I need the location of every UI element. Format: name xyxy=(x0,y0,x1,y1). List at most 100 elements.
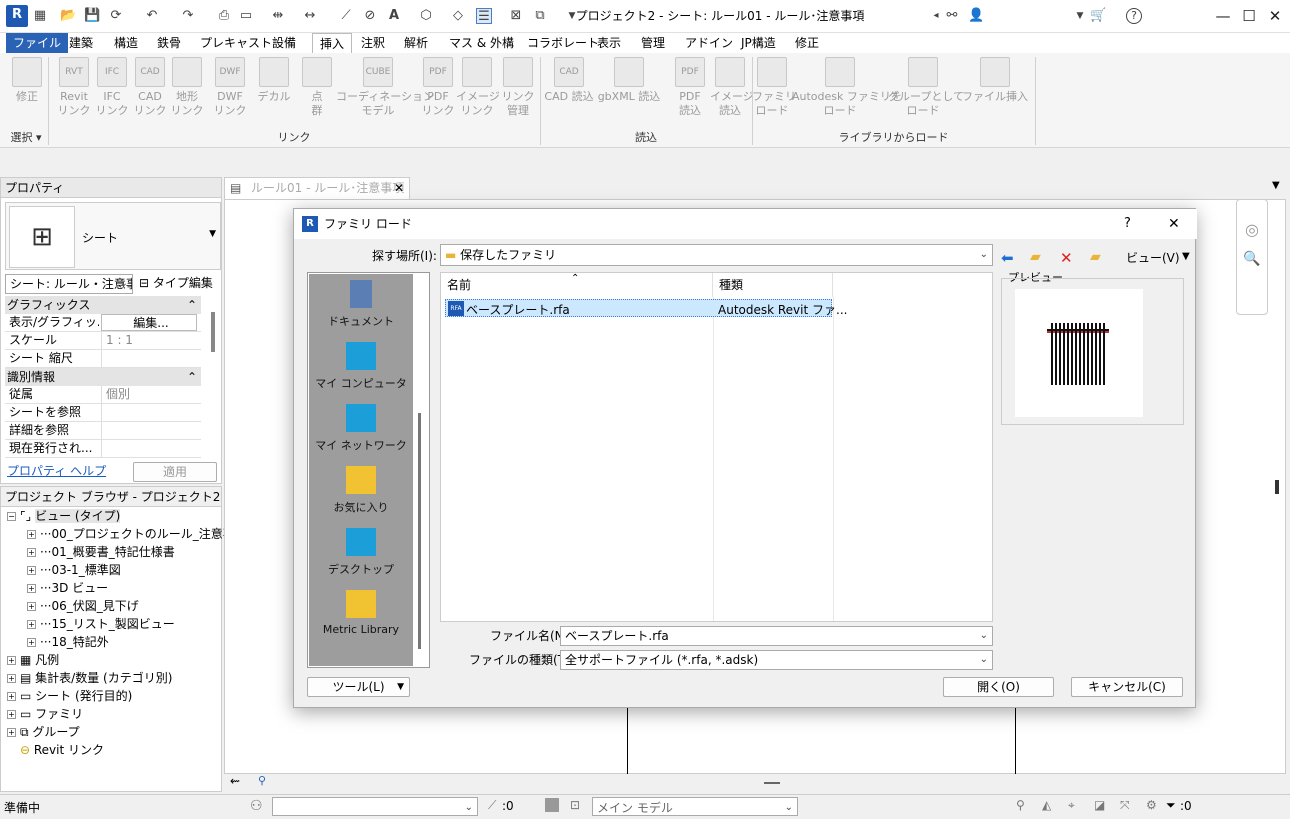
cancel-button[interactable]: キャンセル(C) xyxy=(1071,677,1183,697)
tab-3[interactable]: 鉄骨 xyxy=(150,33,188,53)
column-name[interactable]: 名前 ⌃ xyxy=(441,273,713,297)
text-icon[interactable]: A xyxy=(386,8,402,24)
ribbon-button-16[interactable]: ファミリ ロード xyxy=(752,57,796,118)
place-item[interactable]: デスクトップ xyxy=(309,528,413,577)
place-item[interactable]: ドキュメント xyxy=(309,280,413,329)
align-dimension-icon[interactable]: ↔ xyxy=(302,8,318,24)
view-dropdown-icon[interactable]: ▼ xyxy=(1182,251,1190,262)
user-icon[interactable]: 👤 xyxy=(968,8,984,24)
tab-6[interactable]: 挿入 xyxy=(312,33,353,53)
search-expand-icon[interactable]: ◂ xyxy=(928,8,944,24)
ribbon-panel-title-3[interactable]: ライブラリからロード xyxy=(752,129,1035,145)
browser-view-item[interactable]: + ···03-1_標準図 xyxy=(27,561,121,579)
identity-section[interactable]: 識別情報 ⌃ xyxy=(5,368,201,386)
ribbon-button-8[interactable]: CUBE コーディネーション モデル xyxy=(336,57,434,118)
property-row[interactable]: シート 縮尺 xyxy=(5,350,201,368)
scrollbar-thumb[interactable] xyxy=(211,312,215,352)
ribbon-button-6[interactable]: デカル xyxy=(254,57,294,104)
gear-icon[interactable]: ⚙ xyxy=(1146,798,1157,812)
print-setup-icon[interactable]: ▭ xyxy=(238,8,254,24)
tab-5[interactable]: 設備 xyxy=(265,33,303,53)
ribbon-button-14[interactable]: PDF PDF 読込 xyxy=(672,57,708,118)
ribbon-button-12[interactable]: CAD CAD 読込 xyxy=(544,57,594,104)
property-value[interactable] xyxy=(101,404,197,421)
browser-view-item[interactable]: + ···00_プロジェクトのルール_注意事項 xyxy=(27,525,247,543)
revit-logo[interactable]: R xyxy=(6,5,28,27)
browser-group-item[interactable]: + ▭ シート (発行目的) xyxy=(7,687,132,705)
tab-1[interactable]: 建築 xyxy=(62,33,100,53)
back-arrow-icon[interactable]: ⬅ xyxy=(1001,249,1014,267)
tab-9[interactable]: マス & 外構 xyxy=(442,33,521,53)
filename-input[interactable]: ベースプレート.rfa ⌄ xyxy=(560,626,993,646)
ribbon-button-1[interactable]: RVT Revit リンク xyxy=(54,57,94,118)
dialog-close-button[interactable]: ✕ xyxy=(1168,209,1180,239)
delete-icon[interactable]: ✕ xyxy=(1060,249,1073,267)
redo-icon[interactable]: ↷ xyxy=(180,8,196,24)
file-list[interactable]: 名前 ⌃ 種類 RFA ベースプレート.rfa Autodesk Revit ファ… xyxy=(440,272,993,622)
property-value[interactable]: 個別 xyxy=(101,386,197,403)
browser-group-item[interactable]: ⊖ Revit リンク xyxy=(7,741,104,759)
browser-view-item[interactable]: + ···15_リスト_製図ビュー xyxy=(27,615,175,633)
property-value[interactable]: 編集... xyxy=(101,314,197,331)
sync-icon[interactable]: ⟳ xyxy=(108,8,124,24)
ribbon-button-15[interactable]: イメージ 読込 xyxy=(710,57,754,118)
open-button[interactable]: 開く(O) xyxy=(943,677,1054,697)
undo-icon[interactable]: ↶ xyxy=(144,8,160,24)
ribbon-button-5[interactable]: DWF DWF リンク xyxy=(210,57,250,118)
ribbon-panel-title-0[interactable]: 選択 ▾ xyxy=(4,129,48,145)
dialog-help-button[interactable]: ? xyxy=(1124,209,1131,239)
close-button[interactable]: ✕ xyxy=(1260,6,1290,26)
editing-requests-icon[interactable]: ⟋ xyxy=(488,798,496,813)
3d-view-icon[interactable]: ⬡ xyxy=(418,8,434,24)
edit-type-button[interactable]: ⊟ タイプ編集 xyxy=(139,274,213,292)
filter-icon[interactable]: ⏷ xyxy=(1166,798,1176,813)
worksets-icon[interactable]: ⚇ xyxy=(250,798,263,814)
filetype-select[interactable]: 全サポートファイル (*.rfa, *.adsk) ⌄ xyxy=(560,650,993,670)
instance-selector[interactable]: シート: ルール・注意事I ⌄ xyxy=(5,274,133,294)
tab-13[interactable]: アドイン xyxy=(678,33,740,53)
home-icon[interactable]: ▦ xyxy=(32,8,48,24)
browser-group-item[interactable]: + ▦ 凡例 xyxy=(7,651,59,669)
select-by-face-icon[interactable]: ◪ xyxy=(1094,798,1105,812)
places-scroll-thumb[interactable] xyxy=(418,413,421,649)
ribbon-button-9[interactable]: PDF PDF リンク xyxy=(420,57,456,118)
tab-14[interactable]: JP構造 xyxy=(734,33,783,53)
print-icon[interactable]: ⎙ xyxy=(216,8,232,24)
tab-11[interactable]: 表示 xyxy=(590,33,628,53)
file-row[interactable]: RFA ベースプレート.rfa Autodesk Revit ファ... xyxy=(445,299,847,317)
browser-group-item[interactable]: + ⧉ グループ xyxy=(7,723,80,741)
tab-12[interactable]: 管理 xyxy=(634,33,672,53)
browser-group-item[interactable]: + ▤ 集計表/数量 (カテゴリ別) xyxy=(7,669,172,687)
design-options-icon[interactable] xyxy=(545,798,559,812)
property-row[interactable]: シートを参照 xyxy=(5,404,201,422)
view-menu-button[interactable]: ビュー(V) xyxy=(1126,249,1180,266)
save-icon[interactable]: 💾 xyxy=(84,8,100,24)
line-icon[interactable]: ⟋ xyxy=(338,8,354,24)
look-in-combo[interactable]: ▬ 保存したファミリ ⌄ xyxy=(440,244,993,266)
pinned-icon[interactable]: ⌖ xyxy=(1068,798,1075,813)
underlay-icon[interactable]: ◭ xyxy=(1042,798,1051,812)
new-folder-icon[interactable]: ▰ xyxy=(1090,249,1101,265)
property-value[interactable]: 1 : 1 xyxy=(101,332,197,349)
section-icon[interactable]: ◇ xyxy=(450,8,466,24)
design-option-set-icon[interactable]: ⊡ xyxy=(570,798,580,812)
tab-8[interactable]: 解析 xyxy=(397,33,435,53)
tab-0[interactable]: ファイル xyxy=(6,33,69,53)
property-row[interactable]: 表示/グラフィッ... 編集... xyxy=(5,314,201,332)
browser-group-item[interactable]: + ▭ ファミリ xyxy=(7,705,83,723)
measure-icon[interactable]: ⇹ xyxy=(270,8,286,24)
tab-15[interactable]: 修正 xyxy=(788,33,826,53)
place-item[interactable]: マイ ネットワーク xyxy=(309,404,413,453)
place-item[interactable]: マイ コンピュータ xyxy=(309,342,413,391)
ribbon-button-4[interactable]: 地形 リンク xyxy=(168,57,206,118)
property-row[interactable]: 詳細を参照 xyxy=(5,422,201,440)
drag-icon[interactable]: ⤧ xyxy=(1120,798,1130,813)
tab-2[interactable]: 構造 xyxy=(107,33,145,53)
tabs-dropdown-icon[interactable]: ▼ xyxy=(1272,180,1280,191)
up-folder-icon[interactable]: ▰ xyxy=(1030,249,1041,265)
ribbon-button-11[interactable]: リンク 管理 xyxy=(498,57,538,118)
column-type[interactable]: 種類 xyxy=(713,273,833,297)
cart-icon[interactable]: 🛒 xyxy=(1090,8,1106,24)
ribbon-panel-title-1[interactable]: リンク xyxy=(48,129,540,145)
browser-view-item[interactable]: + ···06_伏図_見下げ xyxy=(27,597,139,615)
